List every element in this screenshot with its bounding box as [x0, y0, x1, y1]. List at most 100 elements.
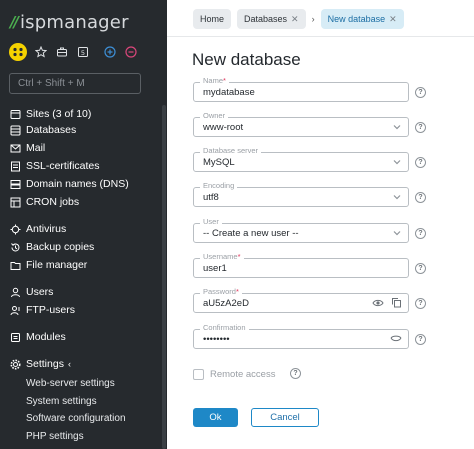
sidebar-item-label: Users: [26, 286, 54, 298]
owner-select[interactable]: Owner www-root: [193, 111, 409, 137]
sidebar-subitem-label: Software configuration: [26, 412, 126, 424]
chevron-down-icon: [393, 160, 401, 165]
copy-icon[interactable]: [391, 297, 402, 308]
logo[interactable]: // ispmanager: [10, 11, 129, 33]
field-label: User: [200, 217, 222, 227]
search-placeholder: Ctrl + Shift + M: [18, 78, 85, 89]
sidebar-subitem-software[interactable]: Software configuration: [26, 410, 126, 426]
confirmation-field[interactable]: Confirmation ••••••••: [193, 323, 409, 349]
sidebar-item-label: Databases: [26, 124, 77, 136]
sidebar-scrollbar[interactable]: [162, 105, 166, 449]
database-server-select[interactable]: Database server MySQL: [193, 146, 409, 172]
sidebar-subitem-label: Web-server settings: [26, 377, 115, 389]
field-value: www-root: [203, 122, 244, 133]
username-field[interactable]: Username* user1: [193, 252, 409, 278]
search-input[interactable]: Ctrl + Shift + M: [9, 73, 141, 94]
sidebar-item-settings[interactable]: Settings ‹: [10, 356, 71, 372]
help-icon[interactable]: ?: [415, 334, 426, 345]
help-icon[interactable]: ?: [415, 192, 426, 203]
sidebar-item-label: Settings: [26, 358, 64, 370]
help-icon[interactable]: ?: [415, 228, 426, 239]
main-content: Home Databases ✕ › New database ✕ New da…: [167, 0, 474, 449]
breadcrumb: Home Databases ✕ › New database ✕: [193, 9, 410, 29]
field-label: Name*: [200, 76, 229, 86]
breadcrumb-label: Databases: [244, 14, 288, 24]
field-label: Username*: [200, 252, 244, 262]
avatar[interactable]: [9, 43, 27, 61]
add-circle-icon[interactable]: [103, 45, 117, 59]
sidebar-subitem-system[interactable]: System settings: [26, 393, 97, 409]
chevron-right-icon: ›: [311, 14, 315, 24]
remote-access-label: Remote access: [210, 368, 276, 380]
sidebar-item-label: Antivirus: [26, 223, 67, 235]
database-icon: [10, 125, 21, 136]
modules-icon: [10, 332, 21, 343]
remove-circle-icon[interactable]: [124, 45, 138, 59]
sidebar-item-cron[interactable]: CRON jobs: [10, 194, 79, 210]
sidebar-subitem-label: System settings: [26, 395, 97, 407]
sidebar-item-backup[interactable]: Backup copies: [10, 239, 94, 255]
field-value: user1: [203, 263, 227, 274]
sidebar-item-label: SSL-certificates: [26, 160, 100, 172]
help-icon[interactable]: ?: [415, 157, 426, 168]
sidebar-item-dns[interactable]: Domain names (DNS): [10, 176, 129, 192]
sidebar-item-label: Backup copies: [26, 241, 95, 253]
field-value: utf8: [203, 192, 219, 203]
eye-closed-icon[interactable]: [390, 334, 402, 344]
password-field[interactable]: Password* aU5zA2eD: [193, 287, 409, 313]
sidebar-item-databases[interactable]: Databases: [10, 122, 76, 138]
help-icon[interactable]: ?: [415, 298, 426, 309]
sidebar-item-label: CRON jobs: [26, 196, 80, 208]
sidebar-item-ftp-users[interactable]: FTP-users: [10, 302, 75, 318]
breadcrumb-databases[interactable]: Databases ✕: [237, 9, 306, 29]
sidebar-item-mail[interactable]: Mail: [10, 140, 45, 156]
name-field[interactable]: Name* mydatabase: [193, 76, 409, 102]
page-title: New database: [192, 50, 301, 69]
briefcase-icon[interactable]: [55, 45, 69, 59]
breadcrumb-home[interactable]: Home: [193, 9, 232, 29]
certificate-icon: [10, 161, 21, 172]
calendar-icon[interactable]: 5: [76, 45, 90, 59]
logo-text: ispmanager: [19, 11, 129, 33]
field-label: Password*: [200, 287, 242, 297]
sidebar-subitem-php[interactable]: PHP settings: [26, 428, 84, 444]
sidebar-item-users[interactable]: Users: [10, 284, 53, 300]
sidebar-item-label: Domain names (DNS): [26, 178, 129, 190]
close-icon[interactable]: ✕: [389, 14, 397, 25]
svg-text:5: 5: [81, 49, 85, 57]
field-label: Encoding: [200, 181, 238, 191]
remote-access-checkbox[interactable]: [193, 368, 204, 380]
eye-icon[interactable]: [372, 298, 384, 308]
field-label: Database server: [200, 146, 262, 156]
cron-icon: [10, 197, 21, 208]
close-icon[interactable]: ✕: [291, 14, 299, 25]
divider: [167, 36, 474, 37]
sidebar-toolbar: 5: [9, 43, 145, 61]
field-value: aU5zA2eD: [203, 298, 249, 309]
remote-access-row: Remote access: [193, 368, 275, 380]
sidebar-item-ssl[interactable]: SSL-certificates: [10, 158, 100, 174]
sidebar-item-modules[interactable]: Modules: [10, 329, 66, 345]
breadcrumb-current[interactable]: New database ✕: [320, 9, 404, 29]
sidebar-item-label: File manager: [26, 259, 88, 271]
star-icon[interactable]: [34, 45, 48, 59]
dns-icon: [10, 179, 21, 190]
field-label: Confirmation: [200, 323, 249, 333]
sidebar-subitem-web-server[interactable]: Web-server settings: [26, 375, 115, 391]
chevron-down-icon: [393, 195, 401, 200]
sites-icon: [10, 109, 21, 120]
cancel-button[interactable]: Cancel: [251, 408, 319, 427]
help-icon[interactable]: ?: [415, 263, 426, 274]
sidebar-item-label: FTP-users: [26, 304, 76, 316]
field-value: MySQL: [203, 157, 235, 168]
ok-button[interactable]: Ok: [193, 408, 238, 427]
encoding-select[interactable]: Encoding utf8: [193, 181, 409, 207]
help-icon[interactable]: ?: [415, 87, 426, 98]
sidebar-item-file-manager[interactable]: File manager: [10, 257, 87, 273]
help-icon[interactable]: ?: [415, 122, 426, 133]
sidebar-item-sites[interactable]: Sites (3 of 10): [10, 106, 91, 122]
help-icon[interactable]: ?: [290, 368, 301, 379]
sidebar-item-antivirus[interactable]: Antivirus: [10, 221, 66, 237]
user-select[interactable]: User -- Create a new user --: [193, 217, 409, 243]
ftp-icon: [10, 305, 21, 316]
